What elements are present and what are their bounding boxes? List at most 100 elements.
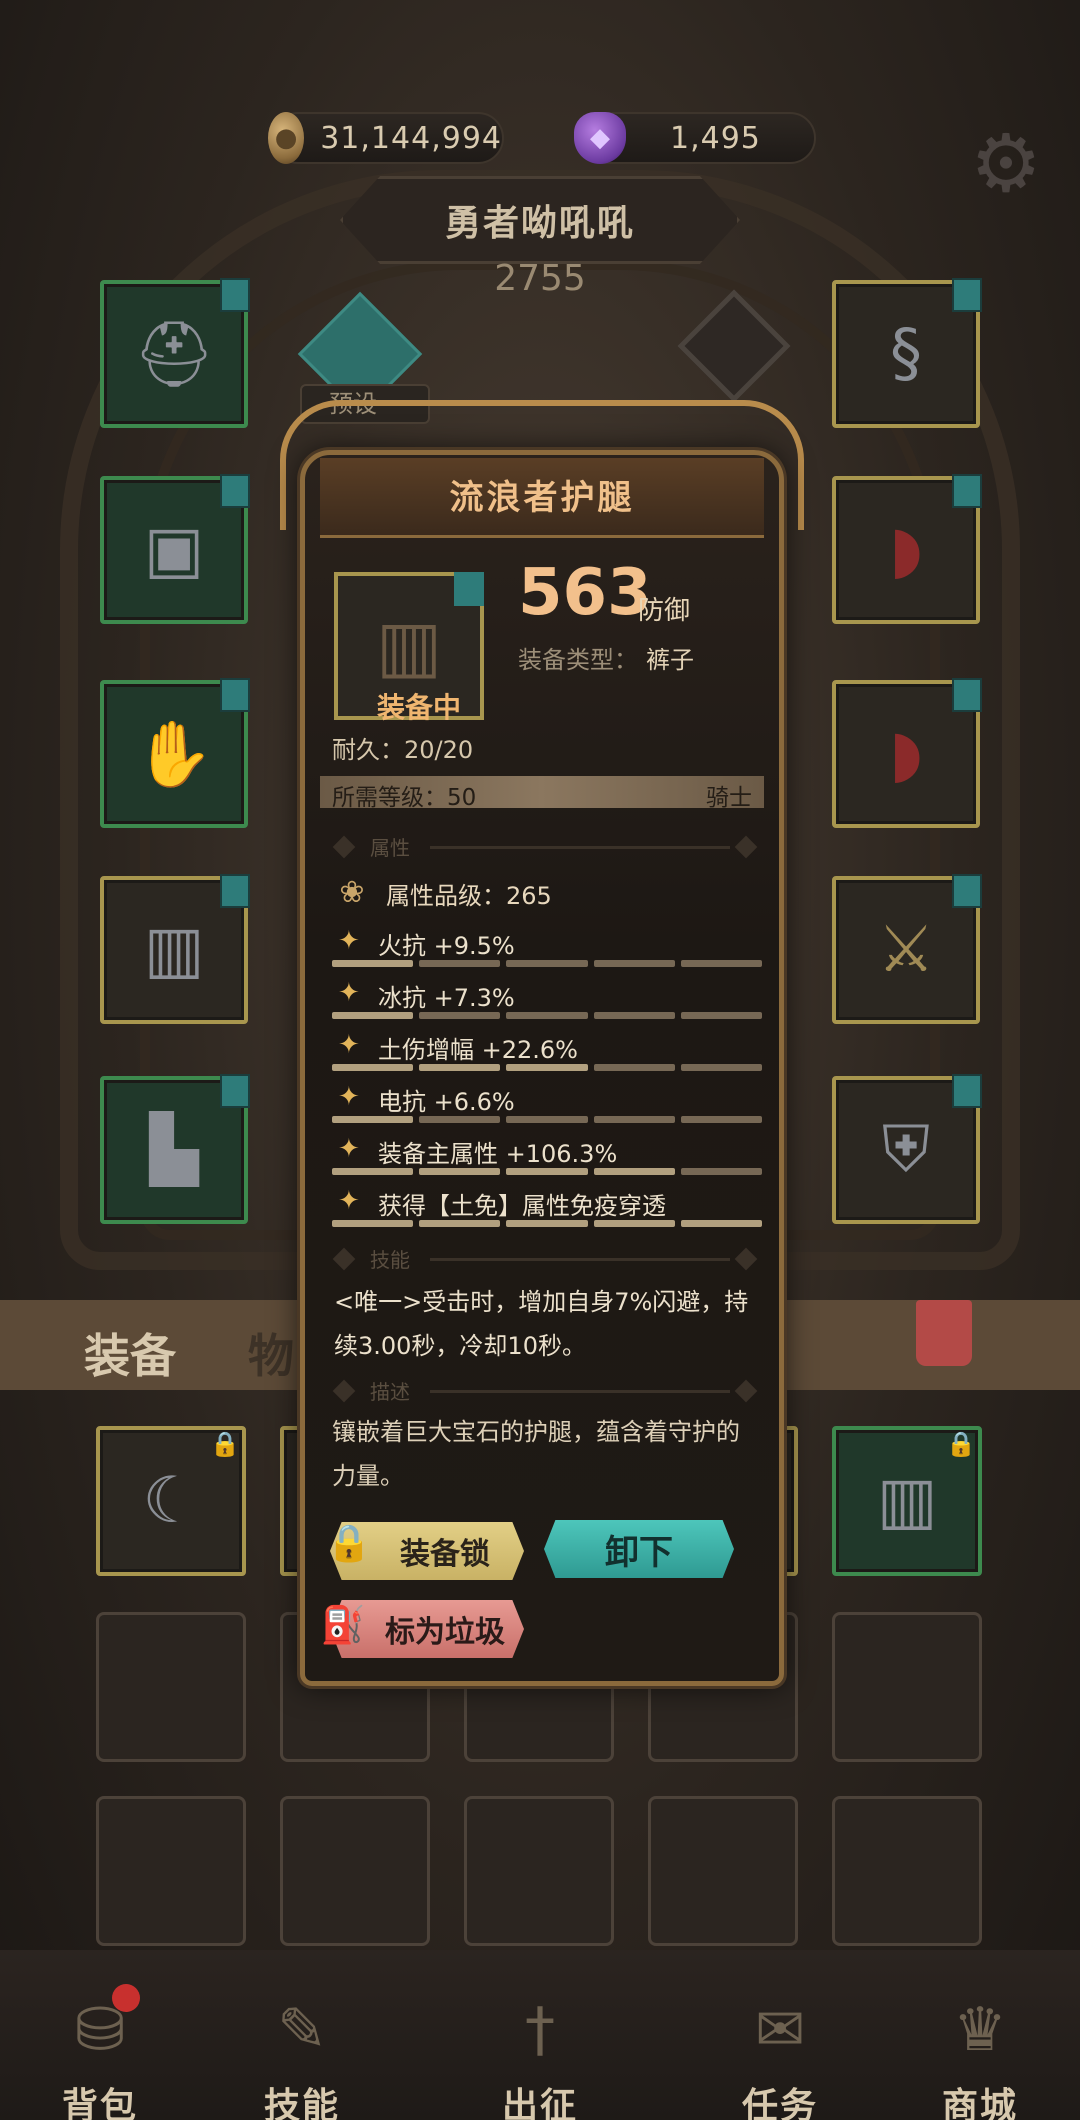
roll-segment xyxy=(593,960,675,967)
notification-dot xyxy=(112,1984,140,2012)
slot-tag-icon xyxy=(220,678,250,712)
equip-slot-pants[interactable]: ▥ xyxy=(100,874,250,1024)
attribute-roll-bar xyxy=(332,1064,763,1071)
settings-gear-icon[interactable]: ⚙ xyxy=(960,118,1052,210)
equip-slot-gloves[interactable]: ✋ xyxy=(100,678,250,828)
equip-slot-armor[interactable]: ▣ xyxy=(100,474,250,624)
section-attributes: 属性 xyxy=(330,832,760,862)
slot-tag-icon xyxy=(952,278,982,312)
attribute-row: ✦ 冰抗 +7.3% xyxy=(332,978,763,1030)
equip-slot-necklace[interactable]: § xyxy=(832,278,982,428)
attribute-text: 冰抗 +7.3% xyxy=(378,984,515,1012)
attribute-row: ✦ 土伤增幅 +22.6% xyxy=(332,1030,763,1082)
section-attributes-label: 属性 xyxy=(370,836,410,860)
star-icon: ✦ xyxy=(338,1082,360,1112)
roll-segment xyxy=(419,1064,501,1071)
lock-icon: 🔒 xyxy=(210,1430,240,1458)
roll-segment xyxy=(680,1168,763,1175)
nav-skills-label: 技能 xyxy=(263,2086,340,2120)
coin-icon: ● xyxy=(268,112,305,164)
equip-slot-weapon[interactable]: ⚔ xyxy=(832,874,982,1024)
nav-skills[interactable]: ✎ 技能 xyxy=(222,1985,382,2120)
attribute-roll-bar xyxy=(332,960,763,967)
equip-slot-bracer[interactable]: ◗ xyxy=(832,678,982,828)
trash-can-icon[interactable] xyxy=(916,1300,972,1366)
roll-segment xyxy=(680,1220,763,1227)
equip-slot-shoulder[interactable]: ◗ xyxy=(832,474,982,624)
item-description: 镶嵌着巨大宝石的护腿，蕴含着守护的力量。 xyxy=(332,1418,740,1490)
lock-icon: 🔒 xyxy=(946,1430,976,1458)
equip-slot-shield[interactable]: ⛨ xyxy=(832,1074,982,1224)
shop-crown-icon: ♛ xyxy=(953,1995,1007,2065)
inventory-slot[interactable] xyxy=(96,1796,246,1946)
roll-segment xyxy=(332,1012,414,1019)
armor-pants-icon: ▥ xyxy=(876,1464,938,1538)
mark-as-trash-label: 标为垃圾 xyxy=(385,1615,505,1650)
slot-tag-icon xyxy=(220,874,250,908)
inventory-slot[interactable] xyxy=(832,1612,982,1762)
inventory-slot[interactable] xyxy=(832,1796,982,1946)
attribute-text: 火抗 +9.5% xyxy=(378,932,515,960)
section-skills-label: 技能 xyxy=(370,1248,410,1272)
equipped-status: 装备中 xyxy=(376,691,461,724)
nav-bag[interactable]: ⛁ 背包 xyxy=(20,1985,180,2120)
attribute-text: 装备主属性 +106.3% xyxy=(378,1140,618,1168)
attribute-text: 获得【土免】属性免疫穿透 xyxy=(378,1192,666,1220)
roll-segment xyxy=(506,1168,588,1175)
hero-name: 勇者呦吼吼 xyxy=(444,203,635,244)
star-icon: ✦ xyxy=(338,1186,360,1216)
hero-name-banner: 勇者呦吼吼 xyxy=(340,176,740,264)
slot-tag-icon xyxy=(952,474,982,508)
requirement-bar: 所需等级：50 骑士 xyxy=(320,776,764,811)
attribute-roll-bar xyxy=(332,1012,763,1019)
coin-amount: 31,144,994 xyxy=(320,120,502,156)
star-icon: ✦ xyxy=(338,978,360,1008)
durability: 耐久：20/20 xyxy=(332,736,474,764)
roll-segment xyxy=(593,1064,675,1071)
attribute-grade-text: 属性品级：265 xyxy=(386,881,552,910)
inventory-slot[interactable] xyxy=(648,1796,798,1946)
inventory-slot[interactable] xyxy=(464,1796,614,1946)
coin-counter: ● 31,144,994 xyxy=(268,112,504,164)
equipment-lock-label: 装备锁 xyxy=(400,1537,490,1572)
section-description: 描述 xyxy=(330,1376,760,1406)
roll-segment xyxy=(506,1012,588,1019)
scroll-icon: ✉ xyxy=(754,1995,806,2065)
item-name: 流浪者护腿 xyxy=(449,478,635,518)
required-level: 所需等级：50 xyxy=(332,785,477,811)
tab-items[interactable]: 物 xyxy=(248,1320,294,1386)
armor-icon: ▣ xyxy=(143,513,205,587)
defense-label: 防御 xyxy=(638,596,691,626)
nav-expedition[interactable]: † 出征 xyxy=(460,1985,620,2120)
roll-segment xyxy=(506,1220,588,1227)
slot-tag-icon xyxy=(454,572,484,606)
nav-shop[interactable]: ♛ 商城 xyxy=(900,1985,1060,2120)
shoulder-icon: ◗ xyxy=(889,513,923,587)
unequip-button[interactable]: 卸下 xyxy=(544,1520,734,1578)
roll-segment xyxy=(419,1168,501,1175)
attribute-roll-bar xyxy=(332,1168,763,1175)
inventory-slot[interactable] xyxy=(96,1612,246,1762)
gauntlet-icon: ✋ xyxy=(134,717,214,792)
inventory-slot-dagger[interactable]: ☾ 🔒 xyxy=(96,1426,246,1576)
section-description-label: 描述 xyxy=(370,1380,410,1404)
attribute-row: ✦ 电抗 +6.6% xyxy=(332,1082,763,1134)
roll-segment xyxy=(680,1012,763,1019)
equip-slot-boots[interactable]: ▙ xyxy=(100,1074,250,1224)
slot-tag-icon xyxy=(220,474,250,508)
inventory-slot-pants[interactable]: ▥ 🔒 xyxy=(832,1426,982,1576)
inventory-slot[interactable] xyxy=(280,1796,430,1946)
star-icon: ✦ xyxy=(338,1030,360,1060)
necklace-icon: § xyxy=(890,317,922,391)
nav-tasks[interactable]: ✉ 任务 xyxy=(700,1985,860,2120)
required-class: 骑士 xyxy=(706,785,752,811)
tab-equipment[interactable]: 装备 xyxy=(84,1320,176,1386)
roll-segment xyxy=(680,1064,763,1071)
star-icon: ✦ xyxy=(338,926,360,956)
hero-power: 2755 xyxy=(494,258,586,299)
roll-segment xyxy=(332,1064,414,1071)
roll-segment xyxy=(680,1116,763,1123)
equip-slot-helmet[interactable]: ⛑ xyxy=(100,278,250,428)
roll-segment xyxy=(680,960,763,967)
roll-segment xyxy=(332,960,414,967)
